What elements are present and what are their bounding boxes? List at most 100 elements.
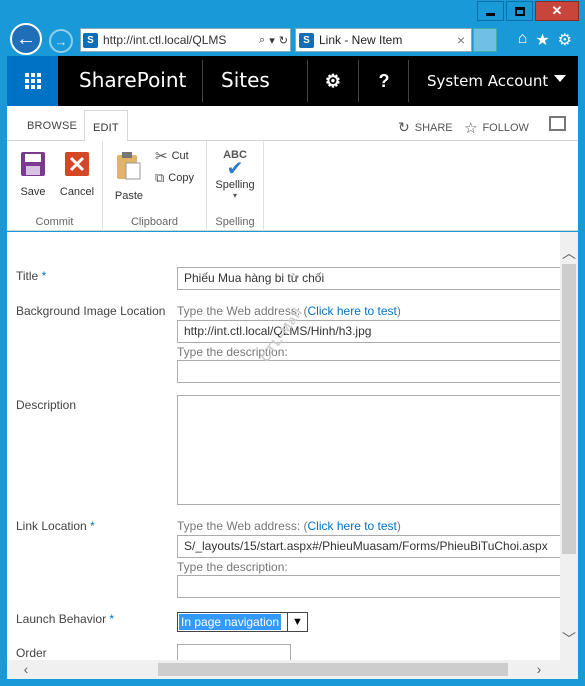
commit-group-label: Commit [35,216,74,228]
description-textarea[interactable] [177,395,560,505]
sites-link[interactable]: Sites [221,68,270,92]
suite-divider [202,60,203,102]
paste-label: Paste [114,190,144,202]
save-label: Save [20,186,46,198]
clipboard-group-label: Clipboard [130,216,179,228]
clipboard-group: Paste ✂ Cut ⧉ Copy Clipboard [103,141,207,231]
copy-button[interactable]: ⧉ Copy [155,170,194,186]
horizontal-scrollbar[interactable]: ‹ › [7,660,560,679]
order-input[interactable] [177,644,291,660]
order-label: Order [16,646,47,660]
share-label: SHARE [414,121,453,134]
tab-title: Link - New Item [319,33,403,47]
background-image-test-link[interactable]: Click here to test [308,304,397,318]
check-icon: ✔ [226,158,244,180]
browser-icons: ⌂ ★ ⚙ [518,30,572,50]
scroll-up-icon[interactable]: ︿ [560,244,578,262]
favorites-star-icon[interactable]: ★ [535,30,549,50]
share-button[interactable]: ↻ SHARE [398,119,453,136]
spelling-button-label: Spelling [215,179,255,191]
help-icon: ? [378,70,390,91]
account-caret-icon[interactable] [554,75,566,82]
sharepoint-brand[interactable]: SharePoint [79,68,186,92]
paste-button[interactable]: Paste [107,149,151,202]
waffle-icon [24,73,41,89]
tab-browse[interactable]: BROWSE [19,115,85,137]
commit-group: Save Cancel Commit [7,141,103,231]
spelling-button[interactable]: ABC ✔ Spelling ▾ [213,149,257,200]
sharepoint-tab-icon: S [299,32,314,48]
cut-label: Cut [171,150,189,162]
cancel-icon [65,152,89,176]
cut-button[interactable]: ✂ Cut [155,147,189,165]
link-location-label: Link Location * [16,519,95,533]
minimize-button[interactable] [477,1,504,21]
copy-icon: ⧉ [155,170,165,185]
settings-button[interactable]: ⚙ [308,56,358,106]
form-content: Title * Phiếu Mua hàng bi từ chối Backgr… [7,232,560,660]
cancel-label: Cancel [59,186,95,198]
follow-label: FOLLOW [482,122,529,134]
launch-behavior-label: Launch Behavior * [16,612,115,626]
focus-content-icon[interactable] [549,116,566,131]
scroll-right-icon[interactable]: › [530,660,548,678]
back-arrow-icon: ← [16,27,36,50]
browser-toolbar: ← → S http://int.ctl.local/QLMS ⌕ ▾ ↻ S … [7,22,578,56]
link-location-description-input[interactable] [177,575,560,598]
tab-close-icon[interactable]: × [457,32,465,48]
title-input[interactable]: Phiếu Mua hàng bi từ chối [177,267,560,290]
follow-star-icon: ☆ [464,120,478,137]
cancel-button[interactable]: Cancel [55,149,99,198]
tab-edit[interactable]: EDIT [84,110,128,142]
forward-button[interactable]: → [49,29,73,53]
search-icon[interactable]: ⌕ [259,34,265,47]
gear-icon: ⚙ [324,70,342,91]
spelling-dropdown-icon: ▾ [232,191,237,200]
description-label: Description [16,398,77,412]
address-url[interactable]: http://int.ctl.local/QLMS [103,33,257,47]
link-location-address-hint: Type the Web address: (Click here to tes… [177,519,401,533]
link-location-url-input[interactable]: S/_layouts/15/start.aspx#/PhieuMuasam/Fo… [177,535,560,558]
tools-gear-icon[interactable]: ⚙ [558,30,572,50]
copy-label: Copy [168,172,194,184]
save-button[interactable]: Save [11,149,55,198]
background-image-label: Background Image Location [16,304,166,318]
scrollbar-corner [560,660,578,679]
background-image-url-input[interactable]: http://int.ctl.local/QLMS/Hinh/h3.jpg [177,320,560,343]
help-button[interactable]: ? [359,56,409,106]
link-location-test-link[interactable]: Click here to test [308,519,397,533]
sharepoint-favicon-icon: S [83,32,98,48]
horizontal-scroll-thumb[interactable] [158,663,508,676]
suite-divider [408,60,409,102]
follow-button[interactable]: ☆ FOLLOW [464,119,529,137]
maximize-button[interactable] [506,1,533,21]
back-button[interactable]: ← [10,23,42,55]
scroll-down-icon[interactable]: ﹀ [560,630,578,648]
account-menu[interactable]: System Account [427,72,548,90]
address-dropdown-icon[interactable]: ▾ [269,34,275,47]
scroll-left-icon[interactable]: ‹ [17,660,35,678]
spelling-group-label: Spelling [215,216,255,228]
app-launcher-button[interactable] [7,56,58,106]
suite-bar: SharePoint Sites ⚙ ? System Account [7,56,578,106]
background-image-description-input[interactable] [177,360,560,383]
title-label: Title * [16,269,47,283]
launch-behavior-select[interactable]: In page navigation ▼ [177,612,308,632]
required-marker: * [41,269,47,283]
paste-icon [117,152,141,180]
close-window-button[interactable]: ✕ [535,1,579,21]
new-tab-button[interactable] [473,28,497,52]
share-icon: ↻ [398,119,410,135]
spelling-group: ABC ✔ Spelling ▾ Spelling [207,141,264,231]
required-marker: * [109,612,115,626]
vertical-scrollbar[interactable]: ︿ ﹀ [560,232,578,660]
refresh-icon[interactable]: ↻ [279,34,288,47]
browser-tab[interactable]: S Link - New Item × [295,28,472,52]
ribbon-tabs: BROWSE EDIT ↻ SHARE ☆ FOLLOW [7,106,578,142]
forward-arrow-icon: → [54,33,68,49]
vertical-scroll-thumb[interactable] [562,264,576,554]
save-icon [21,152,45,176]
home-icon[interactable]: ⌂ [518,30,528,50]
chevron-down-icon[interactable]: ▼ [287,613,307,631]
address-bar[interactable]: S http://int.ctl.local/QLMS ⌕ ▾ ↻ [80,28,291,52]
